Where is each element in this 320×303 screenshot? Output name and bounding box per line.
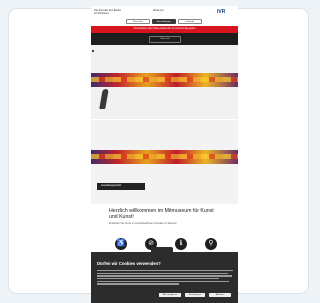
org-name[interactable]: Die Zentrale des Banks ist Schlüssel	[94, 9, 124, 15]
logo[interactable]: IVR	[217, 9, 225, 15]
tab-besuchen[interactable]: Besuchen	[126, 19, 150, 24]
artwork-band	[91, 73, 238, 87]
tab-ausstellungen[interactable]: Ausstellungen	[152, 19, 176, 24]
info-icon[interactable]: ℹ	[175, 238, 187, 250]
cookie-tab	[151, 247, 173, 253]
nav-button[interactable]: Übersicht	[149, 36, 181, 43]
slider-prev-icon[interactable]	[92, 50, 94, 52]
cookie-title: Dürfen wir Cookies verwenden?	[97, 261, 161, 266]
accept-all-button[interactable]: Alle akzeptieren	[159, 293, 181, 297]
settings-button[interactable]: Einstellungen	[185, 293, 205, 297]
hero-image-second: Ausstellungsansicht	[91, 120, 238, 204]
tab-kalender[interactable]: Kalender	[178, 19, 202, 24]
hero-caption: Ausstellungsansicht	[97, 183, 145, 190]
reject-button[interactable]: Ablehnen	[209, 293, 231, 297]
artwork-band-second	[91, 150, 238, 164]
accessibility-icon[interactable]: ♿	[115, 238, 127, 250]
cookie-text	[97, 270, 233, 290]
page-title: Herzlich willkommen im Mitmuseum für Kun…	[109, 208, 214, 220]
tab-bar: Besuchen Ausstellungen Kalender	[126, 19, 202, 24]
cookie-banner: Dürfen wir Cookies verwenden? Alle akzep…	[91, 247, 238, 303]
hero-image	[91, 45, 238, 119]
visitor-figure	[99, 89, 109, 109]
person-icon[interactable]: ⚲	[205, 238, 217, 250]
nav-bar: Übersicht	[91, 33, 238, 45]
alert-banner[interactable]: Informationen über Museumsbesuch am Oste…	[91, 26, 238, 33]
top-link[interactable]: Museum	[153, 8, 164, 12]
page-screenshot: Die Zentrale des Banks ist Schlüssel Mus…	[91, 6, 238, 303]
intro-text: Entdecken Sie Kunst in unterschiedlichen…	[109, 222, 178, 225]
